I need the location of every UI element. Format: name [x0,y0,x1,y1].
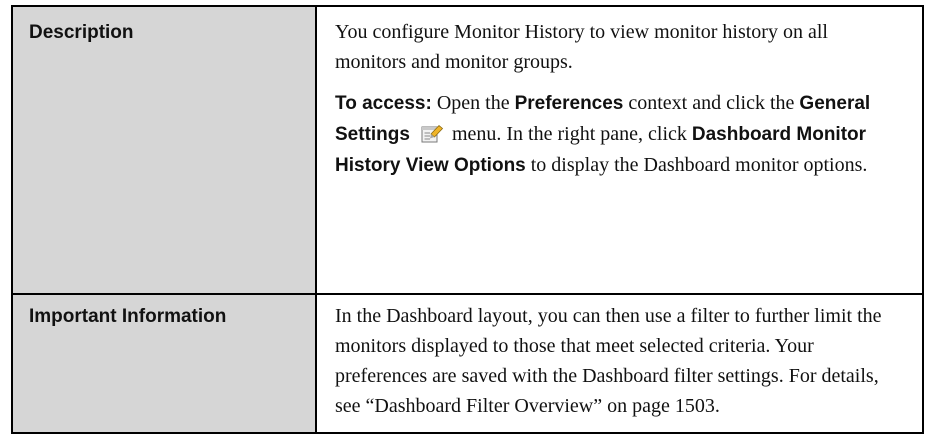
preferences-context-name: Preferences [514,93,624,114]
row-content-description: You configure Monitor History to view mo… [315,5,924,295]
general-settings-icon [421,124,444,143]
access-lead: To access: [335,93,432,114]
access-text-3: menu. In the right pane, click [446,123,692,145]
access-text-1: Open the [431,92,515,114]
important-information-text: In the Dashboard layout, you can then us… [335,305,882,417]
info-table: Description You configure Monitor Histor… [11,5,924,434]
access-instructions: To access: Open the Preferences context … [335,88,902,181]
row-label-description: Description [11,5,317,295]
table-row-important-information: Important Information In the Dashboard l… [11,293,924,434]
row-label-important-information: Important Information [11,293,317,434]
access-text-2: context and click the [623,92,800,114]
description-intro: You configure Monitor History to view mo… [335,21,828,73]
row-content-important-information: In the Dashboard layout, you can then us… [315,293,924,434]
access-text-4: to display the Dashboard monitor options… [525,154,868,176]
table-row-description: Description You configure Monitor Histor… [11,5,924,295]
